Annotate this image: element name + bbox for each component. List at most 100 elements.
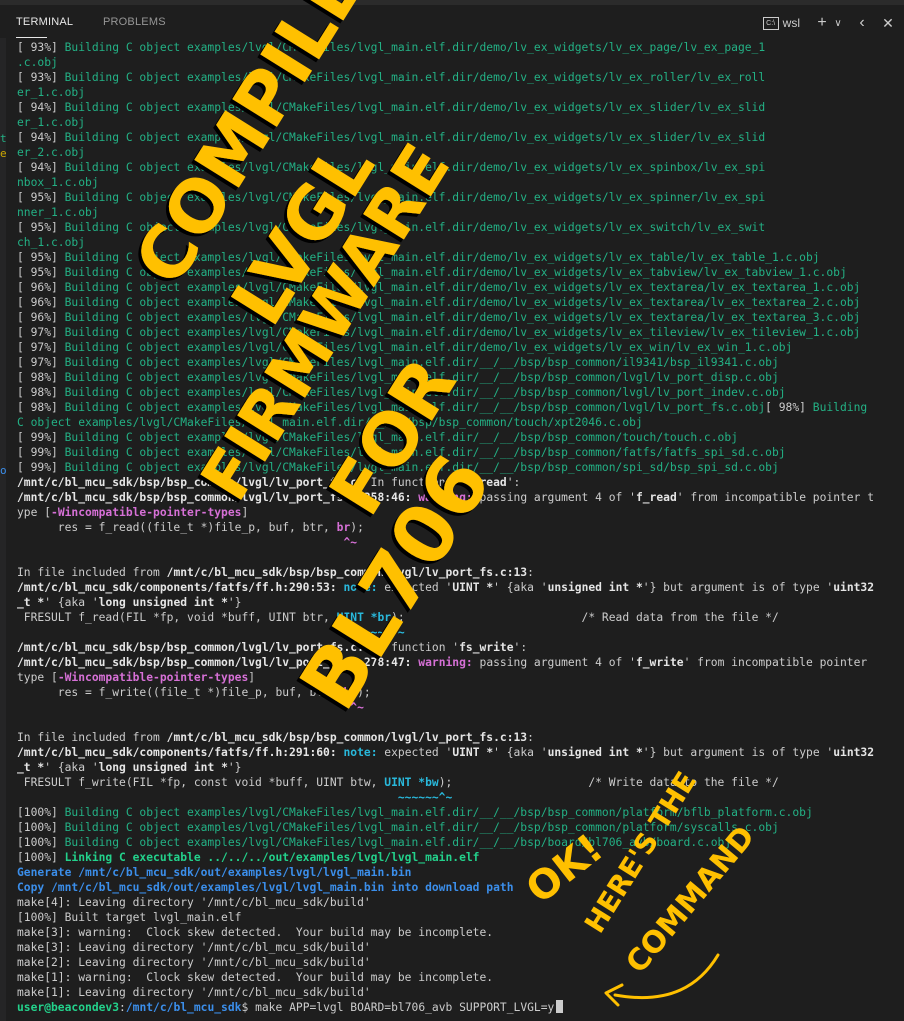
terminal-line: nbox_1.c.obj — [17, 175, 897, 190]
terminal-line: [ 96%] Building C object examples/lvgl/C… — [17, 310, 897, 325]
terminal-text: -Wincompatible-pointer-types — [51, 506, 242, 519]
terminal-text: Building C object examples/lvgl/CMakeFil… — [64, 401, 766, 414]
terminal-text: .c.obj — [17, 56, 58, 69]
terminal-text: fs_read — [459, 476, 507, 489]
terminal-text: make[3]: warning: Clock skew detected. Y… — [17, 926, 494, 939]
terminal-text: Building — [812, 401, 868, 414]
terminal-text: [ 99%] — [17, 446, 65, 459]
terminal-text: ' {aka ' — [44, 761, 99, 774]
terminal-text: long unsigned int * — [98, 761, 228, 774]
terminal-line: ^~ — [17, 535, 897, 550]
terminal-line: /mnt/c/bl_mcu_sdk/bsp/bsp_common/lvgl/lv… — [17, 655, 897, 670]
terminal-text: In file included from — [17, 731, 167, 744]
terminal-text: Building C object examples/lvgl/CMakeFil… — [64, 101, 766, 114]
terminal-line: [100%] Linking C executable ../../../out… — [17, 850, 897, 865]
close-icon[interactable]: ✕ — [878, 15, 898, 32]
terminal-line: make[3]: warning: Clock skew detected. Y… — [17, 925, 897, 940]
terminal-text: '} — [227, 596, 242, 609]
terminal-line: [ 97%] Building C object examples/lvgl/C… — [17, 355, 897, 370]
terminal-line: FRESULT f_write(FIL *fp, const void *buf… — [17, 775, 897, 790]
terminal-prompt-line[interactable]: user@beacondev3:/mnt/c/bl_mcu_sdk$ make … — [17, 1000, 897, 1015]
terminal-text: Building C object examples/lvgl/CMakeFil… — [64, 281, 861, 294]
terminal-text: FRESULT f_write(FIL *fp, const void *buf… — [17, 776, 385, 789]
terminal-text: [100%] — [17, 806, 65, 819]
terminal-text: Building C object examples/lvgl/CMakeFil… — [64, 431, 738, 444]
terminal-line: make[4]: Leaving directory '/mnt/c/bl_mc… — [17, 895, 897, 910]
terminal-line: FRESULT f_read(FIL *fp, void *buff, UINT… — [17, 610, 897, 625]
terminal-text: [100%] — [17, 821, 65, 834]
terminal-text: res = f_write((file_t *)file_p, buf, btw… — [17, 686, 344, 699]
terminal-text: ); — [350, 521, 364, 534]
terminal-line: [ 93%] Building C object examples/lvgl/C… — [17, 40, 897, 55]
terminal-text: Building C object examples/lvgl/CMakeFil… — [64, 311, 861, 324]
tab-terminal[interactable]: TERMINAL — [16, 16, 73, 28]
terminal-text: /mnt/c/bl_mcu_sdk/bsp/bsp_common/lvgl/lv… — [17, 476, 364, 489]
terminal-output[interactable]: [ 93%] Building C object examples/lvgl/C… — [17, 40, 897, 1015]
tab-problems[interactable]: PROBLEMS — [103, 16, 166, 28]
terminal-text: note: — [343, 581, 378, 594]
terminal-text: nbox_1.c.obj — [17, 176, 99, 189]
terminal-line: er_2.c.obj — [17, 145, 897, 160]
terminal-line: ype [-Wincompatible-pointer-types] — [17, 505, 897, 520]
terminal-text: In function ' — [363, 476, 460, 489]
terminal-line: res = f_read((file_t *)file_p, buf, btr,… — [17, 520, 897, 535]
terminal-text: [ 94%] — [17, 161, 65, 174]
terminal-text: [100%] — [17, 836, 65, 849]
terminal-text: Building C object examples/lvgl/CMakeFil… — [64, 386, 786, 399]
terminal-line: C object examples/lvgl/CMakeFiles/lvgl_m… — [17, 415, 897, 430]
terminal-text: bw — [343, 686, 358, 699]
terminal-line: nner_1.c.obj — [17, 205, 897, 220]
terminal-text: ^~ — [17, 701, 364, 714]
terminal-line: make[2]: Leaving directory '/mnt/c/bl_mc… — [17, 955, 897, 970]
terminal-line: [ 97%] Building C object examples/lvgl/C… — [17, 340, 897, 355]
terminal-shell-icon[interactable]: C:\ — [762, 16, 779, 30]
terminal-text: passing argument 4 of ' — [472, 491, 636, 504]
chevron-down-icon[interactable]: ∨ — [832, 18, 844, 29]
terminal-line: .c.obj — [17, 55, 897, 70]
terminal-text: ~~~~~~^~ — [17, 791, 453, 804]
terminal-text: [ 94%] — [17, 131, 65, 144]
terminal-text: ); — [357, 686, 371, 699]
gutter-mark: o — [0, 464, 7, 477]
left-gutter: t e o — [0, 38, 7, 1021]
terminal-line: er_1.c.obj — [17, 115, 897, 130]
terminal-text: [ 95%] — [17, 266, 65, 279]
terminal-text: [ 99%] — [17, 461, 65, 474]
shell-selector[interactable]: wsl — [783, 16, 800, 30]
terminal-text: '} but argument is of type ' — [642, 746, 834, 759]
terminal-text: Building C object examples/lvgl/CMakeFil… — [64, 296, 861, 309]
active-tab-indicator — [16, 37, 47, 38]
prompt-user-host: user@beacondev3 — [17, 1001, 120, 1014]
terminal-text: In file included from — [17, 566, 167, 579]
terminal-text: Building C object examples/lvgl/CMakeFil… — [64, 221, 766, 234]
terminal-text: unsigned int * — [547, 746, 643, 759]
terminal-text: er_1.c.obj — [17, 116, 86, 129]
terminal-text: uint32 — [833, 746, 875, 759]
terminal-text: ^~ — [17, 536, 358, 549]
chevron-left-icon[interactable]: ‹ — [852, 14, 872, 32]
terminal-text: [ 98%] — [765, 401, 813, 414]
terminal-line: [ 98%] Building C object examples/lvgl/C… — [17, 370, 897, 385]
plus-icon[interactable]: + — [812, 14, 832, 32]
terminal-text: [ 95%] — [17, 221, 65, 234]
terminal-text: Building C object examples/lvgl/CMakeFil… — [64, 821, 779, 834]
terminal-text: ': — [513, 641, 528, 654]
terminal-line: [ 99%] Building C object examples/lvgl/C… — [17, 430, 897, 445]
terminal-text: make[1]: warning: Clock skew detected. Y… — [17, 971, 494, 984]
terminal-line: make[3]: Leaving directory '/mnt/c/bl_mc… — [17, 940, 897, 955]
terminal-text: ] — [241, 506, 249, 519]
terminal-line: [ 99%] Building C object examples/lvgl/C… — [17, 445, 897, 460]
terminal-text: Building C object examples/lvgl/CMakeFil… — [64, 191, 766, 204]
terminal-line: In file included from /mnt/c/bl_mcu_sdk/… — [17, 565, 897, 580]
terminal-text: ' {aka ' — [493, 581, 548, 594]
terminal-text: _t * — [17, 596, 45, 609]
terminal-line: _t *' {aka 'long unsigned int *'} — [17, 595, 897, 610]
terminal-line: /mnt/c/bl_mcu_sdk/bsp/bsp_common/lvgl/lv… — [17, 490, 897, 505]
terminal-text: [ 97%] — [17, 326, 65, 339]
terminal-text: : — [527, 731, 534, 744]
terminal-line: [ 95%] Building C object examples/lvgl/C… — [17, 190, 897, 205]
terminal-text: ); /* Write data to the file */ — [438, 776, 779, 789]
terminal-text: res = f_read((file_t *)file_p, buf, btr, — [17, 521, 337, 534]
terminal-text: /mnt/c/bl_mcu_sdk/components/fatfs/ff.h:… — [17, 746, 337, 759]
